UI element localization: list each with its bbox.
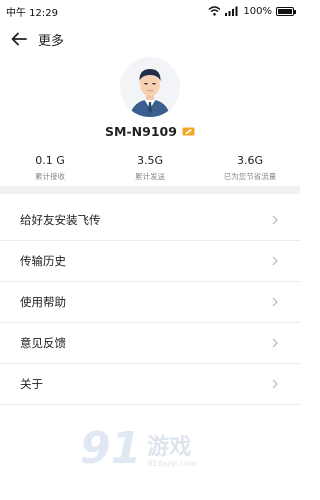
watermark-text: 游戏 91danji.com: [147, 429, 196, 468]
menu-item-label: 传输历史: [20, 254, 66, 268]
battery-percent: 100%: [243, 5, 272, 17]
status-time: 中午 12:29: [6, 7, 58, 19]
chevron-right-icon: [272, 338, 278, 348]
avatar[interactable]: [120, 57, 180, 117]
menu-item-about[interactable]: 关于: [0, 364, 300, 405]
menu-item-feedback[interactable]: 意见反馈: [0, 323, 300, 364]
edit-name-icon[interactable]: [182, 127, 195, 136]
menu-item-help[interactable]: 使用帮助: [0, 282, 300, 323]
stat-saved: 3.6G 已为您节省流量: [200, 154, 300, 182]
signal-icon: [225, 6, 238, 16]
menu-item-label: 给好友安装飞传: [20, 213, 101, 227]
status-bar: 中午 12:29 100%: [0, 0, 300, 22]
menu-item-history[interactable]: 传输历史: [0, 241, 300, 282]
stat-label: 累计发送: [135, 172, 165, 181]
device-name-row: SM-N9109: [0, 122, 300, 140]
back-arrow-icon: [11, 32, 27, 46]
chevron-right-icon: [272, 379, 278, 389]
chevron-right-icon: [272, 297, 278, 307]
menu-item-label: 关于: [20, 377, 43, 391]
chevron-right-icon: [272, 215, 278, 225]
user-avatar-icon: [130, 69, 170, 117]
settings-menu: 给好友安装飞传 传输历史 使用帮助 意见反馈 关于: [0, 200, 300, 405]
wifi-icon: [208, 6, 221, 16]
menu-item-label: 意见反馈: [20, 336, 66, 350]
status-icons: 100%: [208, 5, 296, 17]
battery-fill: [278, 8, 292, 14]
watermark-logo: 91 游戏 91danji.com: [80, 418, 230, 478]
watermark-url: 91danji.com: [147, 458, 197, 468]
back-button[interactable]: [6, 26, 32, 52]
stat-value: 3.5G: [136, 154, 164, 167]
traffic-stats: 0.1 G 累计接收 3.5G 累计发送 3.6G 已为您节省流量: [0, 154, 300, 182]
watermark-number: 91: [80, 422, 142, 474]
stat-label: 已为您节省流量: [223, 172, 277, 181]
stat-received: 0.1 G 累计接收: [0, 154, 100, 182]
stat-value: 3.6G: [236, 154, 264, 167]
chevron-right-icon: [272, 256, 278, 266]
menu-item-label: 使用帮助: [20, 295, 66, 309]
app-bar: 更多: [0, 26, 300, 52]
page-title: 更多: [38, 33, 65, 49]
battery-icon: [276, 6, 296, 16]
section-divider: [0, 186, 300, 194]
menu-item-invite[interactable]: 给好友安装飞传: [0, 200, 300, 241]
stat-value: 0.1 G: [35, 154, 65, 167]
watermark-name: 游戏: [147, 434, 192, 460]
stat-label: 累计接收: [35, 172, 65, 181]
stat-sent: 3.5G 累计发送: [100, 154, 200, 182]
device-name: SM-N9109: [105, 123, 177, 139]
